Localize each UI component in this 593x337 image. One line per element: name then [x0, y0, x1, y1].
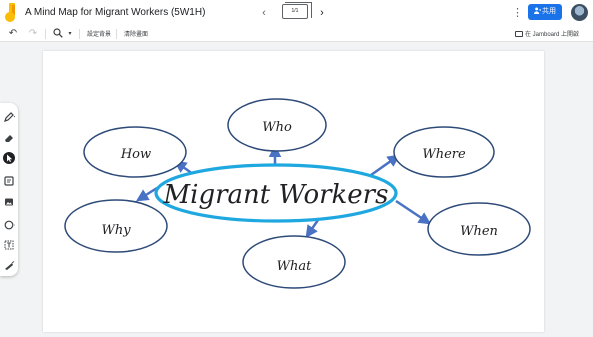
- arrow-to-what: [305, 219, 320, 239]
- circle-shape-icon[interactable]: [3, 219, 15, 231]
- pen-icon[interactable]: [3, 111, 15, 123]
- arrow-to-where: [370, 154, 401, 177]
- undo-icon[interactable]: ↶: [7, 28, 19, 40]
- toolbar-divider: [45, 29, 46, 39]
- document-title[interactable]: A Mind Map for Migrant Workers (5W1H): [25, 7, 205, 18]
- open-in-jamboard-label: 在 Jamboard 上開啟: [525, 32, 580, 38]
- next-frame-chevron-icon[interactable]: ›: [316, 7, 328, 19]
- arrow-to-when: [395, 199, 432, 225]
- open-in-jamboard-button[interactable]: 在 Jamboard 上開啟: [515, 29, 579, 38]
- how-label: How: [120, 147, 151, 162]
- toolbar-divider: [79, 29, 80, 39]
- drawing-tools-panel: T: [0, 103, 18, 276]
- action-toolbar: ↶ ↷ ▾ 設定背景 清除畫面 在 Jamboard 上開啟: [0, 26, 593, 42]
- why-label: Why: [101, 223, 131, 238]
- frame-indicator-button[interactable]: 1/1: [282, 2, 312, 19]
- arrow-to-why: [135, 186, 158, 202]
- sticky-note-icon[interactable]: [3, 175, 15, 187]
- who-label: Who: [262, 120, 292, 135]
- set-background-button[interactable]: 設定背景: [87, 29, 111, 38]
- open-in-app-icon: [515, 31, 523, 37]
- zoom-dropdown-chevron-icon[interactable]: ▾: [64, 28, 76, 40]
- svg-text:T: T: [7, 243, 12, 250]
- redo-icon[interactable]: ↷: [27, 28, 39, 40]
- clear-frame-button[interactable]: 清除畫面: [124, 29, 148, 38]
- image-icon[interactable]: [3, 196, 15, 208]
- frame-indicator-label: 1/1: [291, 8, 299, 14]
- eraser-icon[interactable]: [3, 132, 15, 144]
- top-bar: A Mind Map for Migrant Workers (5W1H) ‹ …: [0, 0, 593, 26]
- text-box-icon[interactable]: T: [3, 239, 15, 251]
- when-label: When: [460, 224, 498, 239]
- select-cursor-icon[interactable]: [3, 152, 15, 164]
- mind-map-drawing: Migrant Workers Who Where When What Why …: [64, 98, 531, 289]
- where-label: Where: [422, 147, 466, 162]
- center-topic-label: Migrant Workers: [163, 180, 389, 210]
- previous-frame-chevron-icon[interactable]: ‹: [258, 7, 270, 19]
- more-options-icon[interactable]: ⋮: [512, 6, 523, 19]
- jamboard-logo-icon: [5, 3, 15, 22]
- zoom-icon[interactable]: [52, 28, 64, 40]
- jam-canvas[interactable]: Migrant Workers Who Where When What Why …: [43, 51, 544, 332]
- magnifier-icon: [53, 28, 63, 38]
- toolbar-divider: [116, 29, 117, 39]
- share-button-label: 共用: [542, 8, 556, 15]
- person-add-icon: [534, 7, 541, 14]
- laser-icon[interactable]: [3, 260, 15, 272]
- account-avatar[interactable]: [571, 4, 588, 21]
- what-label: What: [277, 259, 312, 274]
- share-button[interactable]: 共用: [528, 4, 562, 20]
